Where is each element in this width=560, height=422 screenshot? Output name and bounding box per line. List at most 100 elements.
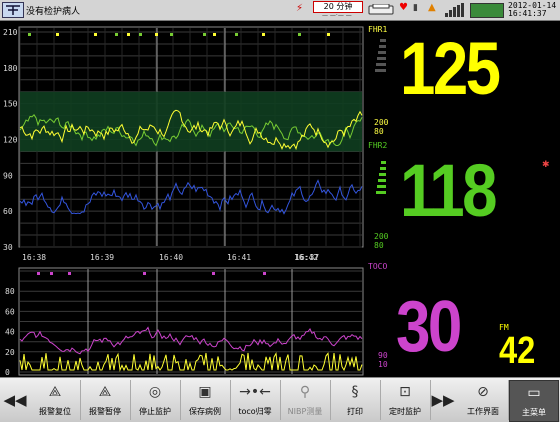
fetal-movement-mark — [94, 33, 97, 36]
nibp-icon: ⚲ — [299, 384, 311, 400]
alarm-bell-icon[interactable]: ⚡ — [296, 3, 303, 14]
fetal-movement-mark — [203, 33, 206, 36]
numeric-panel: FHR1 200 80 125 FHR2 200 80 118 ✱ TOCO 9… — [368, 20, 560, 376]
printer-status-icon — [368, 4, 394, 15]
fhr-y-tick: 30 — [3, 243, 13, 252]
alarm-pause-button[interactable]: ⟁ 报警暂停 — [80, 380, 131, 420]
trace-chart-area: 210 180 150 120 90 60 30 16:38 16:39 16:40 16:41 1… — [3, 26, 364, 376]
work-view-button[interactable]: ⊘ 工作界面 — [458, 380, 509, 420]
toco-y-tick: 40 — [5, 328, 15, 337]
alarm-pause-icon: ⟁ — [98, 384, 112, 400]
toco-event-mark — [50, 272, 53, 275]
patient-name-label[interactable]: 没有检护病人 — [26, 4, 80, 17]
fhr-y-tick: 210 — [3, 28, 18, 37]
toco-event-mark — [263, 272, 266, 275]
toco-event-mark — [143, 272, 146, 275]
fhr-y-tick: 120 — [3, 136, 18, 145]
fhr2-alert-icon: ✱ — [542, 160, 550, 170]
fetal-movement-mark — [127, 33, 130, 36]
datetime-display: 2012-01-14 16:41:37 — [508, 2, 556, 18]
fetal-movement-mark — [235, 33, 238, 36]
stop-monitor-label: 停止监护 — [139, 407, 171, 416]
work-view-label: 工作界面 — [467, 407, 499, 416]
toco-y-tick: 80 — [5, 287, 15, 296]
page-right-arrow-icon[interactable]: ▶▶ — [430, 380, 456, 420]
alarm-reset-label: 报警复位 — [39, 407, 71, 416]
fhr1-lower-limit: 80 — [374, 127, 384, 136]
toco-upper-limit: 90 — [378, 351, 388, 360]
fetal-movement-mark — [155, 33, 158, 36]
toco-y-tick: 60 — [5, 307, 15, 316]
toco-zero-button[interactable]: →•← toco归零 — [230, 380, 281, 420]
alarm-reset-icon: ⟁ — [48, 384, 62, 400]
fhr-time-label: 16:39 — [90, 253, 114, 262]
fhr-time-label: 16:37 — [295, 253, 319, 262]
fhr1-upper-limit: 200 — [374, 118, 389, 127]
toco-zero-icon: →•← — [239, 384, 271, 400]
alarm-volume-icon: ▲ — [428, 2, 436, 13]
toco-value: 30 — [396, 287, 462, 367]
toco-event-mark — [37, 272, 40, 275]
toco-y-tick: 0 — [5, 368, 10, 376]
alarm-pause-label: 报警暂停 — [89, 407, 121, 416]
print-button[interactable]: § 打印 — [330, 380, 381, 420]
fhr-y-axis: 210 180 150 120 90 60 30 — [3, 28, 18, 252]
fhr1-signal-bars — [375, 39, 386, 72]
fhr-normal-band — [20, 91, 362, 152]
save-case-label: 保存病例 — [189, 407, 221, 416]
work-view-icon: ⊘ — [477, 384, 489, 400]
stop-monitor-button[interactable]: ◎ 停止监护 — [130, 380, 181, 420]
alarm-reset-button[interactable]: ⟁ 报警复位 — [30, 380, 81, 420]
save-case-icon: ▣ — [198, 384, 212, 400]
fhr2-signal-bars — [376, 161, 386, 194]
fetal-movement-mark — [170, 33, 173, 36]
temperature-icon: ▮ — [413, 3, 418, 13]
fhr-y-tick: 60 — [3, 207, 13, 216]
toco-grid — [20, 269, 362, 374]
paper-speed-value: 20 分钟 — [323, 2, 353, 11]
fhr1-value: 125 — [400, 27, 501, 110]
timer-monitor-icon: ⊡ — [399, 384, 411, 400]
fhr-y-tick: 90 — [3, 171, 13, 180]
fetal-movement-mark — [28, 33, 31, 36]
fhr-time-label: 16:38 — [22, 253, 46, 262]
paper-speed-sub: — —·— — — [322, 12, 352, 19]
fhr2-value: 118 — [400, 149, 498, 232]
fetal-movement-mark — [56, 33, 59, 36]
print-icon: § — [351, 384, 359, 400]
print-label: 打印 — [347, 407, 363, 416]
patient-logo-icon[interactable] — [2, 2, 24, 18]
fetal-movement-mark — [262, 33, 265, 36]
toco-y-tick: 20 — [5, 348, 15, 357]
page-left-arrow-icon[interactable]: ◀◀ — [2, 380, 28, 420]
fetal-movement-mark — [298, 33, 301, 36]
fetal-movement-mark — [115, 33, 118, 36]
main-menu-label: 主菜单 — [522, 408, 546, 417]
fetal-movement-mark — [139, 33, 142, 36]
fhr2-label: FHR2 — [368, 141, 388, 150]
title-bar: 没有检护病人 ⚡ 20 分钟 — —·— — ♥ ▮ ▲ 2012-01-14 … — [0, 0, 560, 21]
nibp-measure-button[interactable]: ⚲ NIBP测量 — [280, 380, 331, 420]
fetal-movement-mark — [213, 33, 216, 36]
fhr1-label: FHR1 — [368, 25, 388, 34]
toco-event-mark — [212, 272, 215, 275]
toco-y-axis: 80 60 40 20 0 — [5, 287, 15, 376]
bottom-toolbar: ◀◀ ⟁ 报警复位 ⟁ 报警暂停 ◎ 停止监护 ▣ 保存病例 →•← toco归… — [0, 377, 560, 422]
fetal-monitor-screen: 没有检护病人 ⚡ 20 分钟 — —·— — ♥ ▮ ▲ 2012-01-14 … — [0, 0, 560, 422]
fhr-time-label: 16:41 — [227, 253, 251, 262]
toco-event-mark — [68, 272, 71, 275]
fhr2-lower-limit: 80 — [374, 241, 384, 250]
fhr-time-label: 16:40 — [159, 253, 183, 262]
fm-value: 42 — [499, 330, 536, 372]
save-case-button[interactable]: ▣ 保存病例 — [180, 380, 231, 420]
timer-monitor-button[interactable]: ⊡ 定时监护 — [380, 380, 431, 420]
fetal-movement-mark — [327, 33, 330, 36]
fhr-y-tick: 180 — [3, 64, 18, 73]
heart-icon: ♥ — [399, 2, 408, 13]
main-menu-button[interactable]: ▭ 主菜单 — [509, 380, 559, 422]
toco-label: TOCO — [368, 262, 388, 271]
timer-monitor-label: 定时监护 — [389, 407, 421, 416]
time-label: 16:41:37 — [508, 9, 547, 18]
toco-event-marks — [37, 272, 266, 275]
battery-icon — [470, 3, 504, 18]
